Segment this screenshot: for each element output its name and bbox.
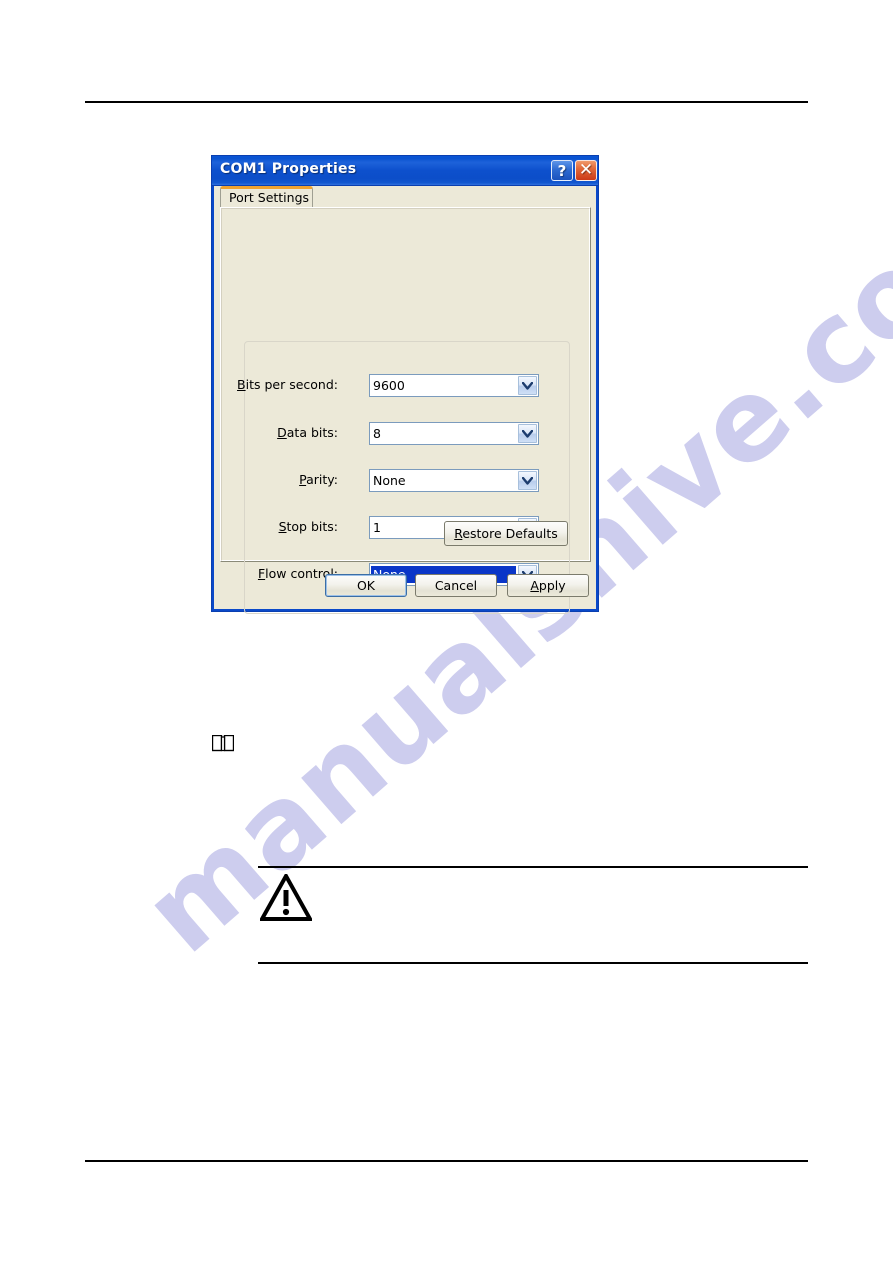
dialog-button-bar: OK Cancel Apply [212, 574, 598, 602]
label-bits-per-second-suffix: its per second: [245, 377, 338, 392]
open-book-icon [212, 735, 234, 752]
com1-properties-dialog: COM1 Properties ? ✕ Port Settings Bits p… [211, 155, 599, 614]
label-bits-per-second-accel: B [237, 377, 246, 392]
caution-block [258, 866, 808, 964]
warning-triangle-icon [260, 874, 312, 921]
combo-bits-per-second[interactable]: 9600 [369, 374, 539, 397]
label-parity-suffix: arity: [306, 472, 338, 487]
apply-accel: A [530, 578, 539, 593]
form-row-bits-per-second: Bits per second: 9600 [212, 374, 550, 398]
help-button[interactable]: ? [551, 160, 573, 181]
chevron-down-icon[interactable] [518, 471, 537, 490]
caution-rule-bottom [258, 962, 808, 964]
ok-button[interactable]: OK [325, 574, 407, 597]
tab-strip: Port Settings [214, 186, 596, 208]
cancel-button-label: Cancel [434, 578, 478, 593]
label-stop-bits-accel: S [278, 519, 287, 534]
apply-button-label: pply [538, 578, 566, 593]
combo-bits-per-second-value: 9600 [373, 378, 405, 393]
question-mark-icon: ? [557, 161, 567, 180]
restore-defaults-label: estore Defaults [462, 526, 558, 541]
cancel-button[interactable]: Cancel [415, 574, 497, 597]
tab-port-settings[interactable]: Port Settings [220, 186, 313, 208]
close-icon: ✕ [578, 159, 594, 180]
label-data-bits-accel: D [277, 425, 287, 440]
restore-defaults-button[interactable]: Restore Defaults [444, 521, 568, 546]
ok-button-label: OK [356, 578, 376, 593]
form-row-data-bits: Data bits: 8 [212, 422, 550, 446]
tab-port-settings-label: Port Settings [229, 190, 310, 205]
caution-rule-top [258, 866, 808, 868]
dialog-title: COM1 Properties [220, 161, 357, 177]
footer-rule [85, 1160, 808, 1162]
combo-data-bits-value: 8 [373, 426, 381, 441]
header-rule [85, 101, 808, 103]
chevron-down-icon[interactable] [518, 424, 537, 443]
form-row-parity: Parity: None [212, 469, 550, 493]
label-bits-per-second: Bits per second: [237, 377, 338, 392]
combo-parity-value: None [373, 473, 406, 488]
label-stop-bits: Stop bits: [279, 519, 338, 534]
dialog-title-bar[interactable]: COM1 Properties ? ✕ [212, 156, 598, 186]
label-data-bits: Data bits: [277, 425, 338, 440]
combo-data-bits[interactable]: 8 [369, 422, 539, 445]
apply-button[interactable]: Apply [507, 574, 589, 597]
label-parity: Parity: [299, 472, 338, 487]
label-data-bits-suffix: ata bits: [286, 425, 338, 440]
close-button[interactable]: ✕ [575, 160, 597, 181]
chevron-down-icon[interactable] [518, 376, 537, 395]
label-stop-bits-suffix: top bits: [286, 519, 339, 534]
combo-parity[interactable]: None [369, 469, 539, 492]
